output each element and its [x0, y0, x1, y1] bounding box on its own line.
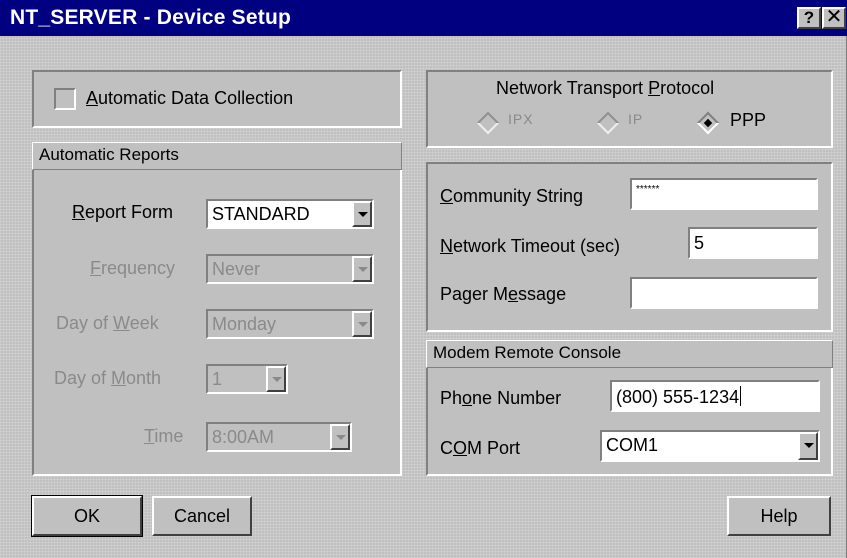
network-transport-protocol-header: Network Transport Protocol: [496, 78, 715, 98]
day-of-week-select[interactable]: Monday: [206, 309, 374, 339]
report-form-value: STANDARD: [212, 204, 310, 224]
modem-remote-console-header: Modem Remote Console: [426, 340, 833, 368]
chevron-down-icon[interactable]: [266, 366, 286, 392]
pager-message-label: Pager Message: [440, 284, 567, 304]
protocol-radio-ipx[interactable]: [476, 111, 500, 135]
close-icon[interactable]: ✕: [822, 7, 846, 29]
day-of-month-value: 1: [212, 369, 223, 389]
chevron-down-icon[interactable]: [330, 424, 350, 450]
network-timeout-field[interactable]: 5: [688, 227, 818, 259]
frequency-value: Never: [212, 259, 261, 279]
automatic-reports-header: Automatic Reports: [32, 142, 402, 170]
automatic-data-collection-label[interactable]: Automatic Data Collection: [86, 88, 293, 109]
pager-message-field[interactable]: [630, 277, 818, 309]
ok-button[interactable]: OK: [31, 495, 143, 537]
chevron-down-icon[interactable]: [352, 201, 372, 227]
protocol-label-ip: IP: [628, 111, 644, 127]
modem-remote-console-group: Modem Remote Console Phone Number (800) …: [426, 340, 833, 476]
snmp-settings-group: Community String ****** Network Timeout …: [426, 162, 833, 332]
protocol-radio-ppp[interactable]: [696, 111, 720, 135]
network-timeout-value: 5: [694, 233, 705, 253]
window-title: NT_SERVER - Device Setup: [10, 6, 291, 29]
automatic-reports-group: Automatic Reports Report Form STANDARD F…: [32, 142, 402, 476]
report-form-label: Report Form: [72, 202, 174, 222]
title-bar[interactable]: NT_SERVER - Device Setup ? ✕: [0, 0, 847, 36]
day-of-week-label: Day of Week: [56, 313, 159, 333]
time-select[interactable]: 8:00AM: [206, 422, 352, 452]
automatic-data-collection-checkbox[interactable]: [54, 88, 76, 110]
report-form-select[interactable]: STANDARD: [206, 199, 374, 229]
com-port-select[interactable]: COM1: [600, 430, 820, 462]
phone-number-value: (800) 555-1234: [616, 386, 742, 407]
phone-number-field[interactable]: (800) 555-1234: [610, 380, 820, 412]
phone-number-label: Phone Number: [440, 388, 562, 408]
frequency-select[interactable]: Never: [206, 254, 374, 284]
network-timeout-label: Network Timeout (sec): [440, 236, 621, 256]
cancel-button[interactable]: Cancel: [152, 496, 252, 536]
day-of-month-label: Day of Month: [54, 368, 162, 388]
com-port-value: COM1: [606, 435, 659, 455]
chevron-down-icon[interactable]: [352, 311, 372, 337]
device-setup-dialog: NT_SERVER - Device Setup ? ✕ Automatic D…: [0, 0, 847, 558]
community-string-value: ******: [636, 184, 660, 195]
help-icon[interactable]: ?: [797, 7, 821, 29]
time-value: 8:00AM: [212, 427, 275, 447]
day-of-week-value: Monday: [212, 314, 277, 334]
community-string-label: Community String: [440, 186, 584, 206]
protocol-radio-ip[interactable]: [596, 111, 620, 135]
help-button[interactable]: Help: [727, 496, 831, 536]
time-label: Time: [144, 426, 184, 446]
protocol-label-ppp: PPP: [730, 110, 767, 130]
day-of-month-select[interactable]: 1: [206, 364, 288, 394]
data-collection-panel: Automatic Data Collection: [32, 70, 402, 128]
community-string-field[interactable]: ******: [630, 178, 818, 210]
network-transport-protocol-group: Network Transport Protocol IPX IP PPP: [426, 70, 833, 148]
chevron-down-icon[interactable]: [352, 256, 372, 282]
com-port-label: COM Port: [440, 438, 521, 458]
chevron-down-icon[interactable]: [798, 432, 818, 460]
protocol-label-ipx: IPX: [508, 111, 534, 127]
frequency-label: Frequency: [90, 258, 176, 278]
